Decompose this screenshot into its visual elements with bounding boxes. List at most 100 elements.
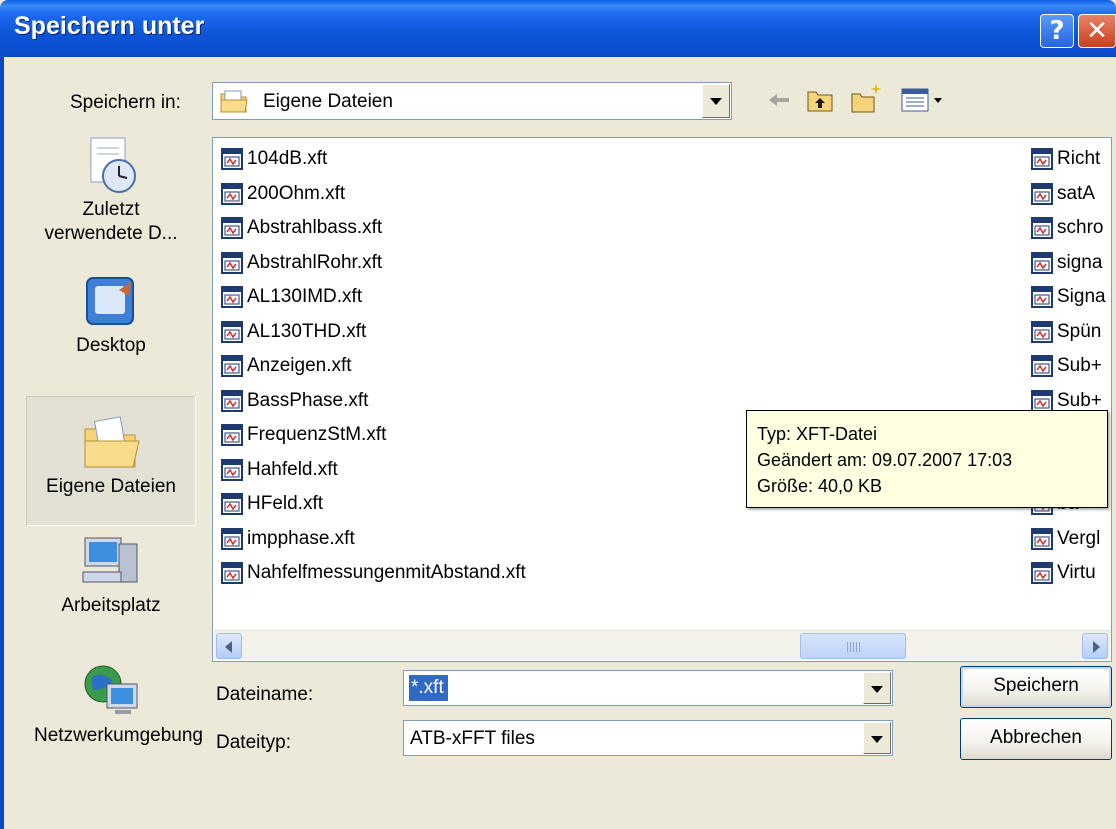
file-name: Virtu [1057,562,1096,583]
file-item[interactable]: Signa [1023,282,1111,312]
xft-file-icon [1031,320,1053,343]
file-name: FrequenzStM.xft [247,424,387,445]
filename-dropdown-button[interactable] [863,672,891,704]
filetype-value: ATB-xFFT files [410,728,535,749]
horizontal-scrollbar[interactable] [214,630,1110,660]
filetype-label: Dateityp: [216,732,291,753]
my-computer-icon [82,537,138,583]
file-item[interactable]: AbstrahlRohr.xft [213,248,713,278]
file-tooltip: Typ: XFT-Datei Geändert am: 09.07.2007 1… [746,410,1108,508]
filetype-select[interactable]: ATB-xFFT files [403,720,893,756]
file-item[interactable]: AL130IMD.xft [213,282,713,312]
xft-file-icon [221,493,243,515]
filetype-dropdown-button[interactable] [863,722,891,754]
xft-file-icon [221,217,243,239]
file-name: satA [1057,182,1096,204]
file-list[interactable]: 104dB.xft 200Ohm.xft Abstrahlbass.xft Abstr… [212,137,1112,662]
xft-file-icon [221,424,243,446]
place-my-computer[interactable]: Arbeitsplatz [26,530,196,652]
file-name: AbstrahlRohr.xft [247,251,383,273]
file-item[interactable]: Anzeigen.xft [213,351,713,381]
filename-label: Dateiname: [216,684,314,705]
file-item[interactable]: AL130THD.xft [213,317,713,347]
file-name: Signa [1057,286,1106,307]
view-menu-icon[interactable] [900,84,950,116]
xft-file-icon [1031,355,1053,377]
scroll-right-button[interactable] [1082,633,1108,659]
cancel-button[interactable]: Abbrechen [960,718,1112,760]
place-recent-documents[interactable]: Zuletzt verwendete D... [26,128,196,268]
file-name: AL130THD.xft [247,320,367,342]
xft-file-icon [221,458,243,481]
file-item[interactable]: Richt [1023,144,1111,174]
file-item[interactable]: FrequenzStM.xft [213,420,713,450]
file-item[interactable]: Abstrahlbass.xft [213,213,713,243]
file-item[interactable]: HFeld.xft [213,489,713,519]
place-label: Desktop [76,335,146,356]
help-button[interactable]: ? [1040,14,1074,48]
file-item[interactable]: satA [1023,179,1111,209]
file-name: Sub+ [1057,389,1102,411]
desktop-icon [86,277,134,325]
new-folder-icon[interactable] [848,80,884,116]
file-name: Richt [1057,148,1101,169]
xft-file-icon [221,182,243,205]
file-name: AL130IMD.xft [247,286,363,307]
window-frame [0,57,4,829]
place-label: Netzwerkumgebung [34,725,203,746]
place-desktop[interactable]: Desktop [26,270,196,392]
chevron-down-icon [871,685,883,693]
xft-file-icon [1031,182,1053,205]
file-item[interactable]: 200Ohm.xft [213,179,713,209]
file-name: impphase.xft [247,527,355,549]
file-item[interactable]: Vergl [1023,524,1111,554]
scroll-left-button[interactable] [216,633,242,659]
file-name: Hahfeld.xft [247,458,338,480]
file-item[interactable]: schro [1023,213,1111,243]
recent-documents-icon [90,137,136,193]
save-in-dropdown-button[interactable] [702,84,730,118]
file-name: BassPhase.xft [247,389,369,411]
chevron-down-icon [710,97,722,105]
file-name: NahfelfmessungenmitAbstand.xft [247,562,526,583]
file-name: Vergl [1057,527,1101,549]
title-bar[interactable]: Speichern unter ? ✕ [0,0,1116,57]
close-icon: ✕ [1086,16,1108,46]
xft-file-icon [1031,527,1053,550]
file-name: Abstrahlbass.xft [247,217,383,238]
scroll-thumb[interactable] [800,633,906,659]
xft-file-icon [221,286,243,308]
up-folder-icon[interactable] [804,84,836,116]
save-button[interactable]: Speichern [960,666,1112,708]
xft-file-icon [1031,217,1053,239]
file-item[interactable]: signa [1023,248,1111,278]
file-name: signa [1057,251,1103,273]
filename-input[interactable]: *.xft [403,670,893,706]
file-item[interactable]: impphase.xft [213,524,713,554]
file-item[interactable]: BassPhase.xft [213,386,713,416]
close-button[interactable]: ✕ [1078,14,1116,48]
file-name: Sub+ [1057,355,1102,376]
chevron-left-icon [225,641,232,653]
xft-file-icon [221,148,243,170]
file-name: Spün [1057,320,1102,342]
xft-file-icon [221,355,243,377]
tooltip-modified: Geändert am: 09.07.2007 17:03 [757,450,1013,470]
filename-value[interactable]: *.xft [409,675,448,701]
file-name: HFeld.xft [247,493,324,514]
xft-file-icon [1031,251,1053,274]
file-item[interactable]: Virtu [1023,558,1111,588]
back-arrow-icon[interactable] [765,86,793,114]
file-item[interactable]: NahfelfmessungenmitAbstand.xft [213,558,713,588]
xft-file-icon [221,389,243,412]
file-item[interactable]: Hahfeld.xft [213,455,713,485]
network-places-icon [84,665,138,714]
file-item[interactable]: Sub+ [1023,351,1111,381]
my-documents-icon [84,416,140,468]
save-in-combo[interactable]: Eigene Dateien [212,82,732,120]
place-my-documents[interactable]: Eigene Dateien [26,396,196,526]
file-item[interactable]: Spün [1023,317,1111,347]
place-network[interactable]: Netzwerkumgebung [26,660,203,800]
file-item[interactable]: 104dB.xft [213,144,713,174]
file-name: schro [1057,217,1104,238]
